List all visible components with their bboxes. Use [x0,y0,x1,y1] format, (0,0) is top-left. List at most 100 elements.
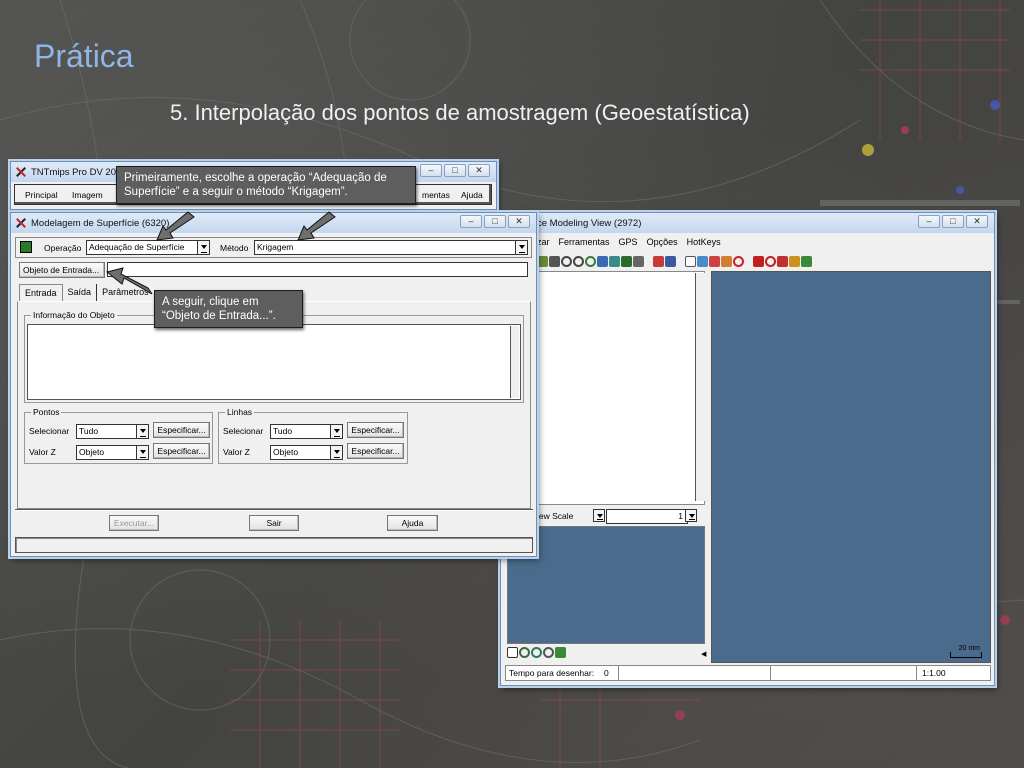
pontos-selecionar-value: Tudo [79,426,99,436]
info-textarea[interactable] [27,324,521,400]
full-extent-icon[interactable] [597,255,608,267]
menu-imagem[interactable]: Imagem [72,190,103,200]
info-scrollbar[interactable] [510,326,519,398]
chevron-down-icon [515,241,527,254]
view-scale-dropdown[interactable] [589,509,605,524]
ajuda-button[interactable]: Ajuda [387,515,438,531]
grid-icon[interactable] [665,255,676,267]
objeto-entrada-button[interactable]: Objeto de Entrada... [19,262,105,278]
operacao-label: Operação [44,243,82,253]
close-icon[interactable]: ✕ [468,164,490,177]
metodo-select[interactable]: Krigagem [254,240,528,255]
overview-toolbar [507,647,567,658]
zoom-box-icon[interactable] [585,255,596,267]
close-icon[interactable]: ✕ [508,215,530,228]
scale-value-field[interactable]: 1 [606,509,688,524]
main-window-controls: – □ ✕ [420,164,490,177]
scale-dropdown[interactable] [683,509,697,524]
pointer-icon[interactable] [777,255,788,267]
pontos-valorz-select[interactable]: Objeto [76,445,149,460]
surface-window-controls: – □ ✕ [460,215,530,228]
scale-bar-label: 20 mm [958,645,980,652]
overview-zoom-icon[interactable] [519,647,530,658]
binoculars-icon[interactable] [549,255,560,267]
status-bar: Tempo para desenhar: 0 1:1.00 [505,665,991,681]
legend-icon[interactable] [507,647,518,658]
close-icon[interactable]: ✕ [966,215,988,228]
scale-icon[interactable] [685,255,696,267]
tntmips-logo-icon [15,166,27,178]
zoom-readout: 1:1.00 [922,668,946,678]
pan-icon[interactable] [537,255,548,267]
maximize-icon[interactable]: □ [444,164,466,177]
chevron-down-icon [197,241,209,254]
left-arrow-icon[interactable]: ◀ [701,650,706,658]
maximize-icon[interactable]: □ [484,215,506,228]
linhas-valorz-select[interactable]: Objeto [270,445,343,460]
view-window-controls: – □ ✕ [918,215,988,228]
surface-modeling-window: Modelagem de Superfície (6320) – □ ✕ Ope… [10,212,537,557]
zoom-red-icon[interactable] [765,255,776,267]
image-icon[interactable] [801,255,812,267]
linhas-selecionar-especificar-button[interactable]: Especificar... [347,422,404,438]
operation-row: Operação Adequação de Superfície Método … [15,237,532,258]
info-group: Informação do Objeto [24,310,524,403]
tab-content: Informação do Objeto Pontos Selecionar T… [17,301,531,509]
tab-bar: Entrada Saída Parâmetros [19,284,154,301]
edit-icon[interactable] [789,255,800,267]
executar-button[interactable]: Executar... [109,515,159,531]
minimize-icon[interactable]: – [460,215,482,228]
layers-icon[interactable] [20,241,32,253]
status-label: Tempo para desenhar: [509,668,595,678]
operacao-value: Adequação de Superfície [89,242,185,252]
menu-principal[interactable]: Principal [25,190,58,200]
redraw-icon[interactable] [609,255,620,267]
sair-button[interactable]: Sair [249,515,299,531]
minimize-icon[interactable]: – [420,164,442,177]
pontos-valorz-especificar-button[interactable]: Especificar... [153,443,210,459]
view-menu-gps[interactable]: GPS [619,237,638,247]
view-titlebar: ce Modeling View (2972) – □ ✕ [501,213,994,233]
overview-refresh-icon[interactable] [531,647,542,658]
stop-icon[interactable] [733,255,744,267]
overview-image-icon[interactable] [555,647,566,658]
linhas-valorz-especificar-button[interactable]: Especificar... [347,443,404,459]
measure-icon[interactable] [697,255,708,267]
view-menu-hotkeys[interactable]: HotKeys [687,237,721,247]
callout-first-text: Primeiramente, escolhe a operação “Adequ… [124,172,387,198]
forward-icon[interactable] [721,255,732,267]
overview-magnify-icon[interactable] [543,647,554,658]
pontos-group: Pontos Selecionar Tudo Especificar... Va… [24,407,213,464]
view-menu-opcoes[interactable]: Opções [647,237,678,247]
view-menu-ferramentas[interactable]: Ferramentas [559,237,610,247]
chevron-down-icon [136,425,148,438]
zoom-out-icon[interactable] [573,255,584,267]
view-menu-bar: zar Ferramentas GPS Opções HotKeys [537,237,721,247]
pontos-valorz-value: Objeto [79,447,105,457]
tab-saida[interactable]: Saída [63,284,98,301]
pontos-selecionar-especificar-button[interactable]: Especificar... [153,422,210,438]
objeto-entrada-field[interactable] [107,262,528,277]
view-canvas[interactable]: 20 mm [711,271,991,663]
operacao-select[interactable]: Adequação de Superfície [86,240,210,255]
minimize-icon[interactable]: – [918,215,940,228]
slide-title: Prática [34,38,134,74]
tab-entrada[interactable]: Entrada [19,284,63,301]
back-icon[interactable] [709,255,720,267]
zoom-in-icon[interactable] [561,255,572,267]
maximize-icon[interactable]: □ [942,215,964,228]
pontos-selecionar-select[interactable]: Tudo [76,424,149,439]
view-menu-visualizar[interactable]: zar [537,237,550,247]
chevron-down-icon [330,425,342,438]
menu-ajuda[interactable]: Ajuda [461,190,483,200]
layer-list-scrollbar[interactable] [695,273,705,501]
arrow-icon[interactable] [653,255,664,267]
layers-icon[interactable] [621,255,632,267]
modeling-view-window: ce Modeling View (2972) – □ ✕ zar Ferram… [500,212,995,686]
callout-second-text: A seguir, clique em “Objeto de Entrada..… [162,296,276,322]
surface-titlebar: Modelagem de Superfície (6320) – □ ✕ [11,213,536,233]
linhas-selecionar-select[interactable]: Tudo [270,424,343,439]
menu-ferramentas[interactable]: mentas [422,190,450,200]
select-icon[interactable] [633,255,644,267]
record-icon[interactable] [753,255,764,267]
